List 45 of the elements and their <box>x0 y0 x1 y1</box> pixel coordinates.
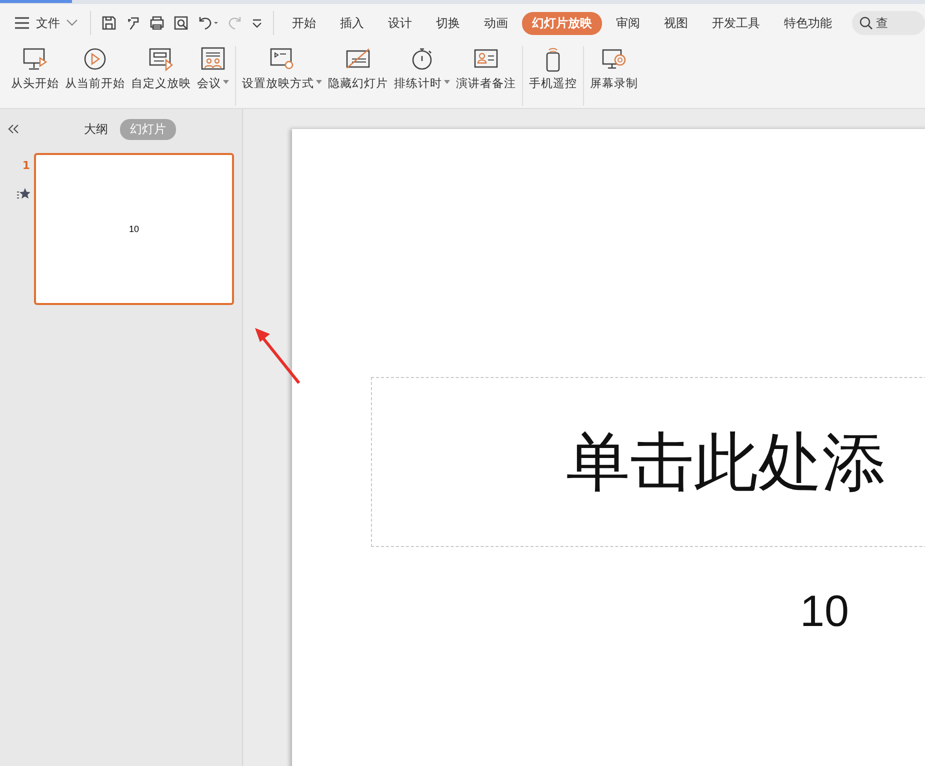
ribbon-tab[interactable]: 视图 <box>654 12 698 34</box>
search-field[interactable]: 查 <box>852 11 925 35</box>
preview-icon[interactable] <box>173 15 189 31</box>
ribbon-tab[interactable]: 动画 <box>474 12 518 34</box>
collapse-icon[interactable] <box>8 124 20 134</box>
more-icon[interactable] <box>251 17 263 29</box>
arrow-annotation <box>253 327 303 387</box>
slide-title: 单击此处添 <box>566 426 886 500</box>
ribbon-button[interactable]: 屏幕录制 <box>589 46 639 91</box>
screen-list-icon <box>147 46 175 72</box>
save-icon[interactable] <box>101 15 117 31</box>
chevron-icon <box>66 19 78 27</box>
ribbon-button[interactable]: 自定义放映 <box>130 46 192 91</box>
ribbon-button[interactable]: 隐藏幻灯片 <box>327 46 389 91</box>
ribbon-button[interactable]: 设置放映方式 <box>241 46 323 91</box>
ribbon-button[interactable]: 从头开始 <box>10 46 60 91</box>
ribbon-button[interactable]: 会议 <box>196 46 230 91</box>
file-menu[interactable]: 文件 <box>14 14 78 32</box>
thumbnail-text: 10 <box>128 224 139 234</box>
caret-icon <box>316 80 322 84</box>
ribbon-button[interactable]: 演讲者备注 <box>455 46 517 91</box>
ribbon-button[interactable]: 排练计时 <box>393 46 451 91</box>
slide-subtitle: 10 <box>800 587 850 637</box>
ribbon-tab[interactable]: 开始 <box>282 12 326 34</box>
ribbon-tab[interactable]: 切换 <box>426 12 470 34</box>
slide-thumbnail[interactable]: 10 <box>34 153 234 305</box>
ribbon-tab[interactable]: 审阅 <box>606 12 650 34</box>
title-placeholder[interactable]: 单击此处添 <box>371 377 925 547</box>
caret-icon <box>223 80 229 84</box>
screen-gear-icon <box>268 46 296 72</box>
print-icon[interactable] <box>149 15 165 31</box>
ribbon-button[interactable]: 从当前开始 <box>64 46 126 91</box>
caret-icon <box>444 80 450 84</box>
people-board-icon <box>199 46 227 72</box>
undo-icon[interactable] <box>197 15 219 31</box>
brush-icon[interactable] <box>125 15 141 31</box>
ribbon-tab[interactable]: 特色功能 <box>774 12 842 34</box>
slide-number: 1 <box>22 159 30 172</box>
panel-tab[interactable]: 大纲 <box>74 118 118 140</box>
screen-play-icon <box>21 46 49 72</box>
ribbon-tab[interactable]: 插入 <box>330 12 374 34</box>
menu-icon <box>14 17 30 29</box>
ribbon-button[interactable]: 手机遥控 <box>528 46 578 91</box>
ribbon-tab[interactable]: 设计 <box>378 12 422 34</box>
ribbon-tab[interactable]: 开发工具 <box>702 12 770 34</box>
